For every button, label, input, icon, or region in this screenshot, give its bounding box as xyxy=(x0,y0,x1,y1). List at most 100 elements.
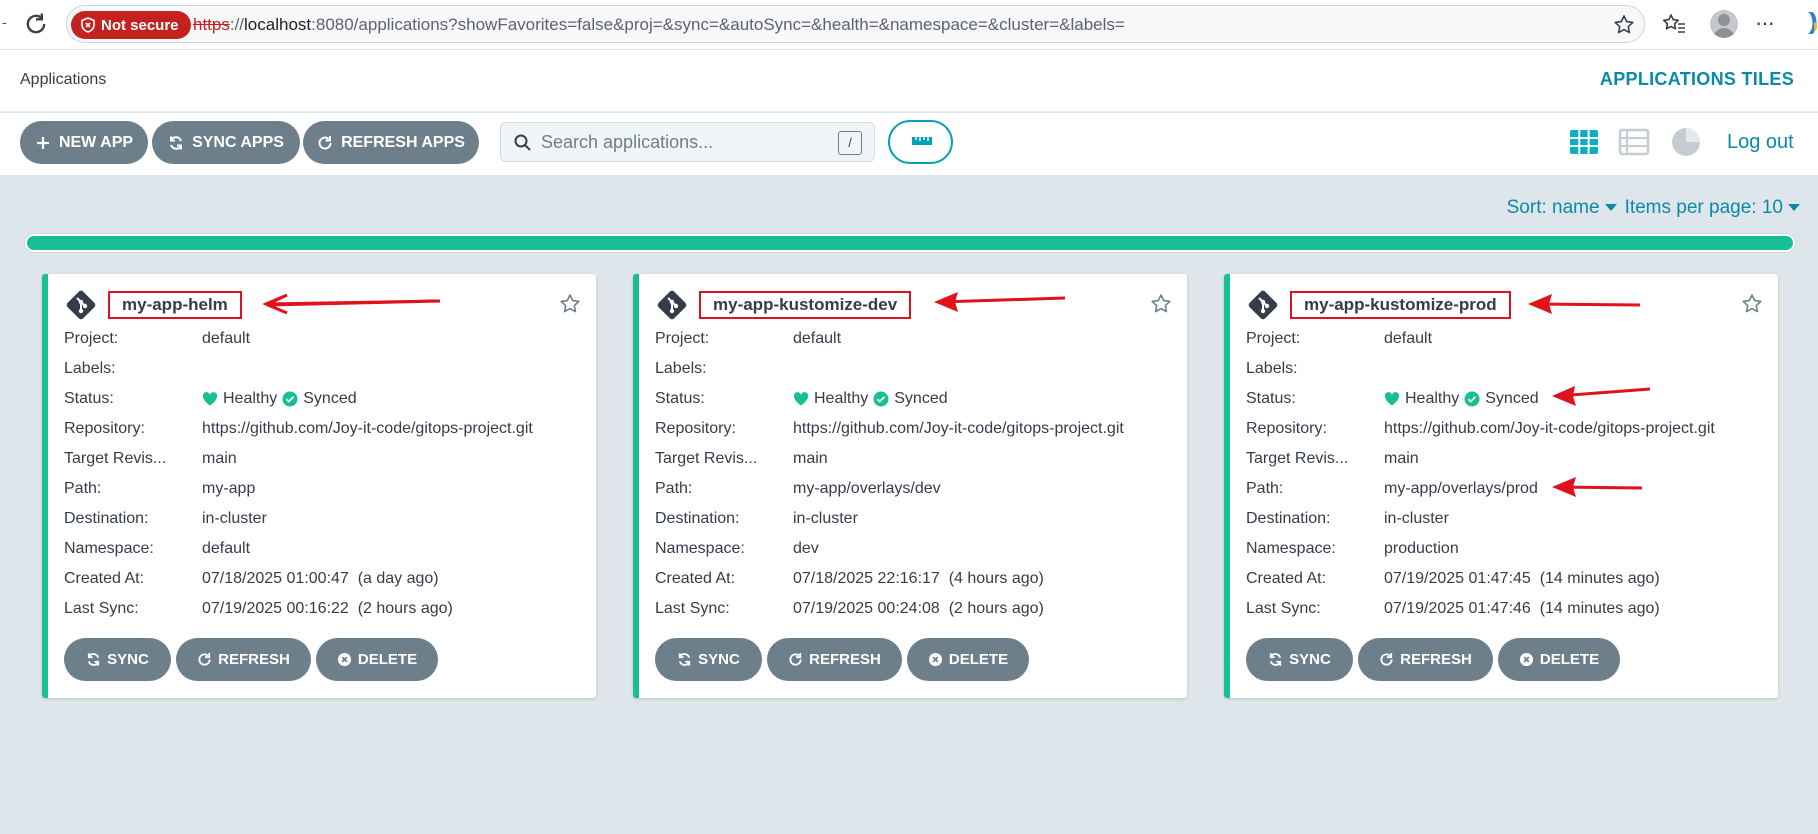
field-label: Destination: xyxy=(64,510,149,527)
reload-icon[interactable] xyxy=(22,10,50,38)
refresh-apps-label: REFRESH APPS xyxy=(341,133,465,151)
refresh-button[interactable]: REFRESH xyxy=(767,638,902,681)
url-text[interactable]: https://localhost:8080/applications?show… xyxy=(193,15,1125,35)
created-at-value: 07/18/2025 01:00:47 (a day ago) xyxy=(202,570,439,587)
plus-icon xyxy=(36,136,49,149)
not-secure-badge[interactable]: Not secure xyxy=(71,11,191,39)
field-label: Target Revis... xyxy=(64,450,167,467)
field-label: Created At: xyxy=(64,570,145,587)
project-value: default xyxy=(793,330,842,347)
namespace-value: default xyxy=(202,540,251,557)
card-actions: SYNC REFRESH DELETE xyxy=(64,638,438,681)
app-details: Project: default Labels: Status: Healthy … xyxy=(64,324,533,624)
application-card[interactable]: my-app-kustomize-dev Project: default Lab… xyxy=(633,274,1187,698)
application-card[interactable]: my-app-helm Project: default Labels: Stat… xyxy=(42,274,596,698)
caret-down-icon xyxy=(1604,204,1617,212)
sync-apps-label: SYNC APPS xyxy=(192,133,284,151)
search-input[interactable]: Search applications... / xyxy=(500,122,875,162)
labels-row: Labels: xyxy=(64,354,533,384)
path-row: Path: my-app/overlays/dev xyxy=(655,474,1124,504)
sync-button[interactable]: SYNC xyxy=(1246,638,1353,681)
logout-link[interactable]: Log out xyxy=(1727,131,1794,154)
sync-label: SYNC xyxy=(698,651,740,668)
target-revision-value: main xyxy=(202,450,237,467)
repository-value: https://github.com/Joy-it-code/gitops-pr… xyxy=(202,420,533,437)
summary-pie-icon[interactable] xyxy=(1670,126,1702,158)
tiles-view-icon[interactable] xyxy=(1568,126,1600,158)
caret-down-icon xyxy=(1788,204,1800,212)
address-bar[interactable]: Not secure https://localhost:8080/applic… xyxy=(66,5,1645,43)
created-at-value: 07/18/2025 22:16:17 (4 hours ago) xyxy=(793,570,1044,587)
target-revision-value: main xyxy=(793,450,828,467)
delete-label: DELETE xyxy=(1539,651,1600,668)
favorite-star-icon[interactable] xyxy=(558,292,582,316)
favorites-icon[interactable] xyxy=(1660,10,1688,38)
status-row: Status: Healthy Synced xyxy=(64,384,533,414)
profile-avatar[interactable] xyxy=(1710,10,1738,38)
field-label: Namespace: xyxy=(1246,540,1336,557)
refresh-label: REFRESH xyxy=(809,651,881,668)
repository-row: Repository: https://github.com/Joy-it-cod… xyxy=(64,414,533,444)
sync-button[interactable]: SYNC xyxy=(64,638,171,681)
delete-button[interactable]: DELETE xyxy=(907,638,1029,681)
last-sync-row: Last Sync: 07/19/2025 00:16:22 (2 hours a… xyxy=(64,594,533,624)
favorite-star-icon[interactable] xyxy=(1149,292,1173,316)
bookmark-star-icon[interactable] xyxy=(1612,13,1636,37)
refresh-button[interactable]: REFRESH xyxy=(1358,638,1493,681)
field-label: Path: xyxy=(64,480,102,497)
shield-warning-icon xyxy=(81,17,95,33)
health-status: Healthy xyxy=(223,390,278,407)
field-label: Created At: xyxy=(1246,570,1327,587)
target-revision-row: Target Revis... main xyxy=(64,444,533,474)
more-options-icon[interactable]: ··· xyxy=(1755,10,1775,36)
delete-button[interactable]: DELETE xyxy=(316,638,438,681)
filter-toggle-button[interactable] xyxy=(888,120,953,164)
field-label: Last Sync: xyxy=(1246,600,1321,617)
check-circle-icon xyxy=(282,391,298,407)
repository-row: Repository: https://github.com/Joy-it-cod… xyxy=(1246,414,1715,444)
field-label: Namespace: xyxy=(655,540,745,557)
app-name-text: my-app-helm xyxy=(122,295,228,314)
app-name-text: my-app-kustomize-dev xyxy=(713,295,898,314)
project-row: Project: default xyxy=(1246,324,1715,354)
field-label: Status: xyxy=(1246,390,1296,407)
field-label: Project: xyxy=(655,330,710,347)
sync-icon xyxy=(88,653,100,666)
app-name[interactable]: my-app-kustomize-dev xyxy=(699,291,912,319)
app-name[interactable]: my-app-kustomize-prod xyxy=(1290,291,1511,319)
repository-value: https://github.com/Joy-it-code/gitops-pr… xyxy=(793,420,1124,437)
target-revision-row: Target Revis... main xyxy=(655,444,1124,474)
sort-dropdown[interactable]: Sort: name xyxy=(1507,197,1617,219)
app-header: Applications APPLICATIONS TILES xyxy=(0,50,1818,112)
delete-circle-icon xyxy=(1519,652,1533,667)
field-label: Target Revis... xyxy=(655,450,758,467)
refresh-button[interactable]: REFRESH xyxy=(176,638,311,681)
field-label: Destination: xyxy=(1246,510,1331,527)
application-card[interactable]: my-app-kustomize-prod Project: default La… xyxy=(1224,274,1778,698)
namespace-row: Namespace: production xyxy=(1246,534,1715,564)
sync-icon xyxy=(170,135,183,150)
sync-apps-button[interactable]: SYNC APPS xyxy=(152,121,300,164)
destination-row: Destination: in-cluster xyxy=(64,504,533,534)
namespace-row: Namespace: dev xyxy=(655,534,1124,564)
list-view-icon[interactable] xyxy=(1618,126,1650,158)
field-label: Status: xyxy=(64,390,114,407)
project-row: Project: default xyxy=(655,324,1124,354)
search-placeholder: Search applications... xyxy=(541,132,714,152)
sync-button[interactable]: SYNC xyxy=(655,638,762,681)
favorite-star-icon[interactable] xyxy=(1740,292,1764,316)
path-row: Path: my-app/overlays/prod xyxy=(1246,474,1715,504)
sync-status: Synced xyxy=(894,390,948,407)
delete-button[interactable]: DELETE xyxy=(1498,638,1620,681)
copilot-icon[interactable] xyxy=(1802,8,1818,38)
items-per-page-dropdown[interactable]: Items per page: 10 xyxy=(1625,197,1800,219)
refresh-apps-button[interactable]: REFRESH APPS xyxy=(303,121,479,164)
app-name[interactable]: my-app-helm xyxy=(108,291,242,319)
sync-label: SYNC xyxy=(107,651,149,668)
delete-label: DELETE xyxy=(357,651,418,668)
status-row: Status: Healthy Synced xyxy=(1246,384,1715,414)
heart-icon xyxy=(202,392,218,406)
new-app-button[interactable]: NEW APP xyxy=(20,121,148,164)
ruler-icon xyxy=(912,137,932,145)
target-revision-value: main xyxy=(1384,450,1419,467)
